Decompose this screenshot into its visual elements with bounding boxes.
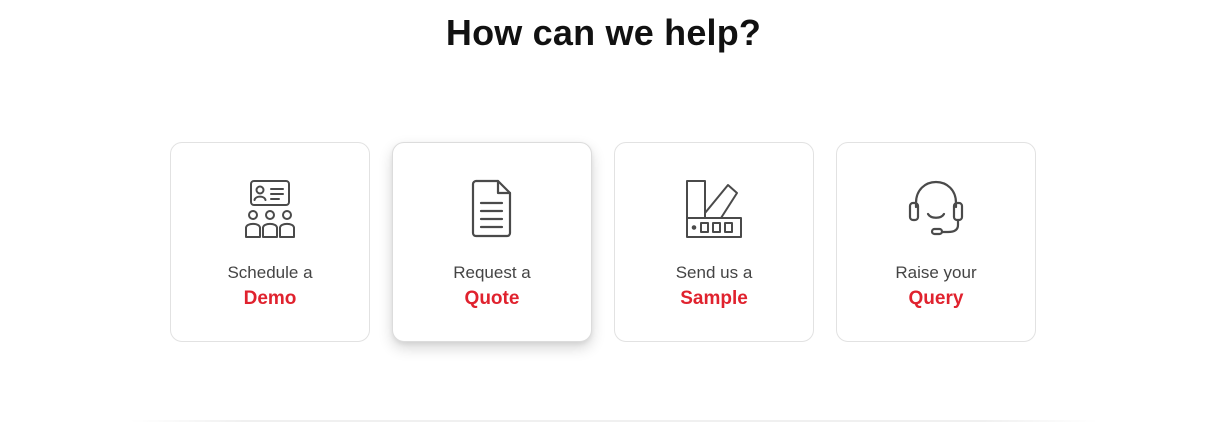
card-title: Quote: [464, 288, 520, 309]
card-title: Sample: [680, 288, 748, 309]
card-title: Demo: [243, 288, 297, 309]
document-icon: [393, 179, 591, 239]
audience-presentation-icon: [171, 179, 369, 239]
schedule-demo-card[interactable]: Schedule a Demo: [170, 142, 370, 342]
help-section: How can we help? Schedule a Demo Request…: [0, 0, 1207, 423]
section-divider: [130, 420, 1098, 422]
card-subtitle: Raise your: [895, 263, 977, 282]
raise-query-card[interactable]: Raise your Query: [836, 142, 1036, 342]
card-title: Query: [908, 288, 964, 309]
card-subtitle: Request a: [453, 263, 531, 282]
card-subtitle: Send us a: [675, 263, 753, 282]
section-heading: How can we help?: [445, 12, 762, 53]
request-quote-card[interactable]: Request a Quote: [392, 142, 592, 342]
headset-icon: [837, 179, 1035, 239]
color-swatch-icon: [615, 179, 813, 239]
send-sample-card[interactable]: Send us a Sample: [614, 142, 814, 342]
help-cards: Schedule a Demo Request a Quote Send us …: [170, 142, 1036, 342]
card-subtitle: Schedule a: [227, 263, 313, 282]
